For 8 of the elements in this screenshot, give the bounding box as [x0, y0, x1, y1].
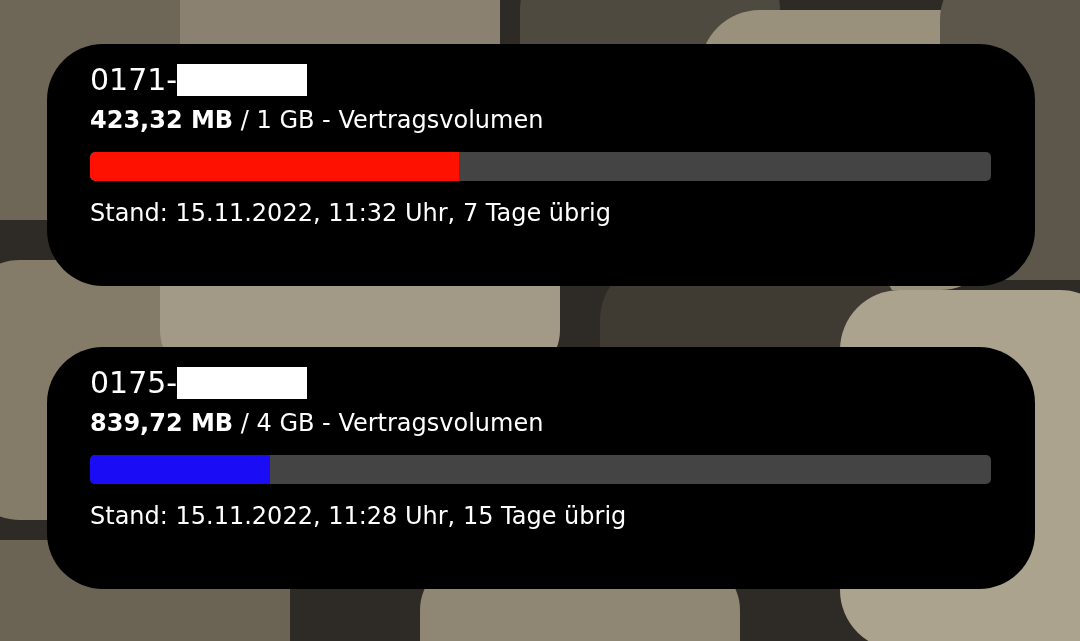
status-text: Stand: 15.11.2022, 11:32 Uhr, 7 Tage übrig: [90, 198, 612, 229]
data-usage: 423,32 MB / 1 GB - Vertragsvolumen: [90, 105, 545, 136]
phone-number: 0175-: [90, 364, 178, 402]
status-text: Stand: 15.11.2022, 11:28 Uhr, 15 Tage übrig: [90, 501, 628, 532]
data-usage: 839,72 MB / 4 GB - Vertragsvolumen: [90, 408, 545, 439]
phone-number: 0171-: [90, 61, 178, 99]
widget-card[interactable]: 0171- 423,32 MB / 1 GB - Vertragsvolumen Stand: 15.11.2022, 11:32 Uhr, 7 Tage übrig: [47, 44, 1035, 286]
widget-card[interactable]: 0175- 839,72 MB / 4 GB - Vertragsvolumen Stand: 15.11.2022, 11:28 Uhr, 15 Tage übrig: [47, 347, 1035, 589]
